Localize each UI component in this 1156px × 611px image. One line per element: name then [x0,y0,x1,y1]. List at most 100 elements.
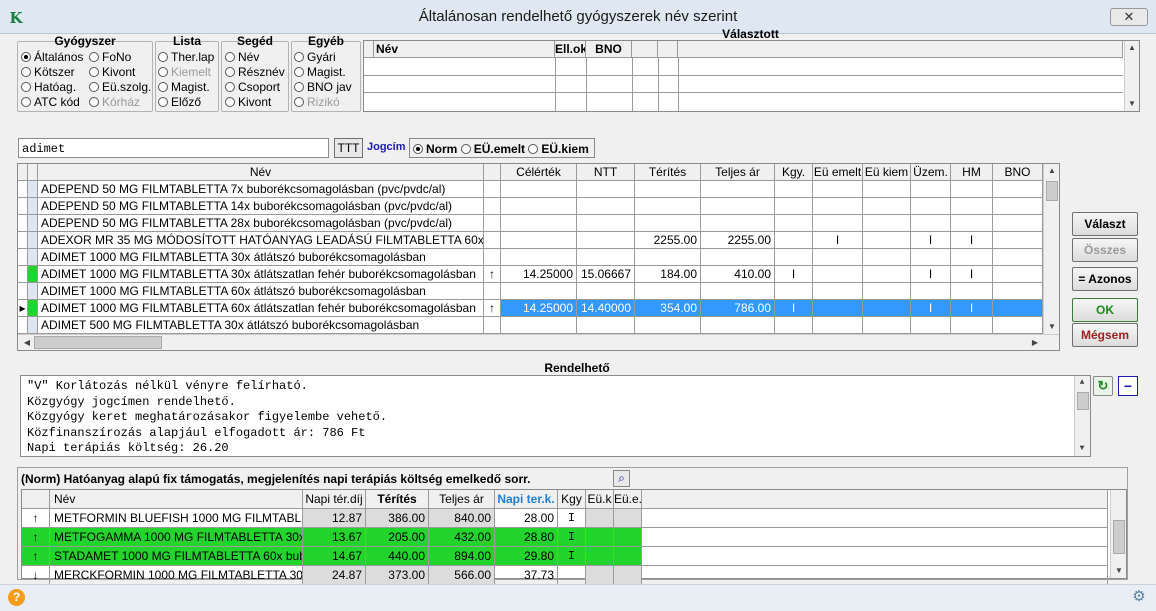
radio-egyeb-magist[interactable]: Magist. [294,65,352,80]
table-row[interactable]: ADIMET 1000 MG FILMTABLETTA 30x átlátsza… [18,266,1043,283]
radio-magist[interactable]: Magist. [158,80,214,95]
azonos-button[interactable]: = Azonos [1072,267,1138,291]
cell-kgy [775,215,813,232]
scroll-thumb[interactable] [1077,392,1089,410]
table-row[interactable]: ▸ ADIMET 1000 MG FILMTABLETTA 60x átlátsz… [18,300,1043,317]
radio-euszolg[interactable]: Eü.szolg. [89,80,151,95]
cell-ntt [577,181,635,198]
valaszt-button[interactable]: Választ [1072,212,1138,236]
table-row[interactable]: ↑ STADAMET 1000 MG FILMTABLETTA 60x bubor… [22,547,1108,566]
scroll-thumb[interactable] [1046,181,1058,201]
table-row[interactable]: ADEPEND 50 MG FILMTABLETTA 28x buborékcs… [18,215,1043,232]
radio-korhaz[interactable]: Kórház [89,95,151,110]
radio-therlap[interactable]: Ther.lap [158,50,214,65]
main-table[interactable]: Név Célérték NTT Térítés Teljes ár Kgy. Eü eme… [17,163,1060,351]
osszes-button[interactable]: Összes [1072,238,1138,262]
radio-kotszer[interactable]: Kötszer [21,65,83,80]
help-icon[interactable]: ? [8,589,25,606]
lower-header-euk: Eü.k [586,490,614,509]
main-table-vscroll[interactable]: ▲ ▼ [1043,164,1059,334]
scroll-left-icon[interactable]: ◀ [20,336,34,350]
search-input[interactable]: adimet [18,138,329,158]
table-row[interactable]: ADEXOR MR 35 MG MÓDOSÍTOTT HATÓANYAG LEA… [18,232,1043,249]
ttt-button[interactable]: TTT [334,138,363,158]
scroll-up-icon[interactable]: ▲ [1125,41,1139,55]
radio-elozo[interactable]: Előző [158,95,214,110]
main-header-hm: HM [951,164,993,181]
cell-ind [18,283,28,300]
cell-ind [18,198,28,215]
table-row[interactable]: ↑METFORMIN BLUEFISH 1000 MG FILMTABLETTA… [22,509,1108,528]
radio-kiemelt[interactable]: Kiemelt [158,65,214,80]
table-row[interactable]: ↓ MERCKFORMIN 1000 MG FILMTABLETTA 30x 24.… [22,566,1108,585]
search-icon[interactable]: ⌕ [613,470,630,487]
scroll-thumb[interactable] [1113,520,1125,554]
cell-teljes: 786.00 [701,300,775,317]
cell-terites: 205.00 [366,528,429,547]
scroll-right-icon[interactable]: ▶ [1028,336,1042,350]
main-header-blank [18,164,28,181]
radio-csoport[interactable]: Csoport [225,80,285,95]
cell-uzem: I [911,266,951,283]
main-table-hscroll[interactable]: ◀ ▶ [18,334,1059,350]
lower-table[interactable]: Név Napi tér.díj Térítés Teljes ár Napi ter.… [21,489,1127,585]
table-row[interactable]: ADIMET 500 MG FILMTABLETTA 30x átlátszó … [18,317,1043,334]
cell-ind [18,249,28,266]
close-button[interactable]: ✕ [1110,8,1148,26]
radio-seged-kivont[interactable]: Kivont [225,95,285,110]
table-row[interactable]: ↑METFOGAMMA 1000 MG FILMTABLETTA 30x bub… [22,528,1108,547]
radio-fono[interactable]: FoNo [89,50,151,65]
cell-name: METFOGAMMA 1000 MG FILMTABLETTA 30x bubo [50,528,303,547]
scroll-up-icon[interactable]: ▲ [1075,376,1089,390]
cell-napi: 14.67 [303,547,366,566]
cell-uzem [911,317,951,334]
table-row[interactable]: ADEPEND 50 MG FILMTABLETTA 7x buborékcso… [18,181,1043,198]
cell-teljes: 840.00 [429,509,495,528]
radio-altalanos[interactable]: Általános [21,50,83,65]
cell-teljes [701,181,775,198]
lower-header-blank [642,490,1108,509]
cell-euemelt [813,181,863,198]
scroll-down-icon[interactable]: ▼ [1075,442,1089,456]
egyeb-options: Gyári Magist. BNO jav Rizikó [294,50,352,110]
radio-atc-kod[interactable]: ATC kód [21,95,83,110]
scroll-down-icon[interactable]: ▼ [1045,320,1059,334]
cell-kgy [775,181,813,198]
collapse-icon[interactable]: − [1118,376,1138,396]
radio-gyari[interactable]: Gyári [294,50,352,65]
cell-eue [614,509,642,528]
megsem-button[interactable]: Mégsem [1072,323,1138,347]
cell-uzem [911,181,951,198]
scroll-down-icon[interactable]: ▼ [1125,97,1139,111]
valasztott-table[interactable]: Név Ell.ok BNO ▲ ▼ [363,40,1140,112]
cell-terites [635,317,701,334]
scroll-up-icon[interactable]: ▲ [1045,164,1059,178]
lower-table-vscroll[interactable]: ▼ [1110,490,1126,578]
cell-arrow: ↑ [22,547,50,566]
cell-euemelt [813,300,863,317]
radio-kivont[interactable]: Kivont [89,65,151,80]
table-row[interactable]: ADIMET 1000 MG FILMTABLETTA 60x átlátszó… [18,283,1043,300]
cell-ntt: 14.40000 [577,300,635,317]
radio-eu-emelt[interactable]: EÜ.emelt [460,142,525,156]
hscroll-thumb[interactable] [34,336,162,349]
refresh-icon[interactable]: ↻ [1093,376,1113,396]
lower-header-name: Név [50,490,303,509]
radio-rizikó[interactable]: Rizikó [294,95,352,110]
scroll-down-icon[interactable]: ▼ [1112,564,1126,578]
radio-bno-jav[interactable]: BNO jav [294,80,352,95]
settings-gear-icon[interactable]: ⚙ [1130,588,1148,606]
radio-nev[interactable]: Név [225,50,285,65]
main-header-blank [484,164,501,181]
radio-eu-kiem[interactable]: EÜ.kiem [528,142,589,156]
table-row[interactable]: ADIMET 1000 MG FILMTABLETTA 30x átlátszó… [18,249,1043,266]
group-gyogyszer-title: Gyógyszer [54,34,116,48]
cell-eukiem [863,317,911,334]
radio-hatoag[interactable]: Hatóag. [21,80,83,95]
table-row[interactable]: ADEPEND 50 MG FILMTABLETTA 14x buborékcs… [18,198,1043,215]
radio-resznev[interactable]: Résznév [225,65,285,80]
valasztott-scrollbar[interactable]: ▲ ▼ [1124,41,1139,111]
radio-norm[interactable]: Norm [413,142,457,156]
rendelheto-scrollbar[interactable]: ▲ ▼ [1074,376,1090,456]
ok-button[interactable]: OK [1072,298,1138,322]
